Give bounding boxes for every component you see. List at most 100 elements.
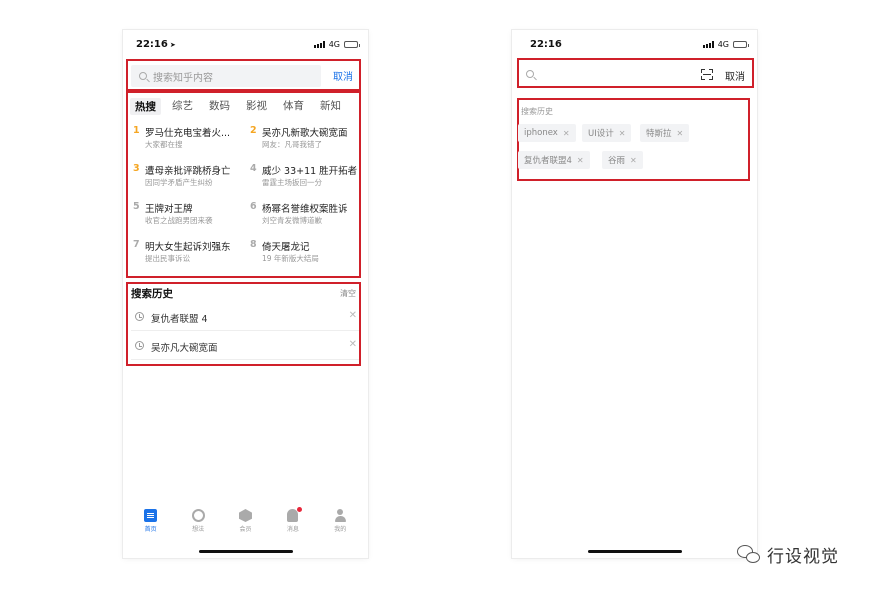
- wechat-icon: [737, 544, 761, 565]
- tab-knowledge[interactable]: 新知: [320, 98, 341, 115]
- cancel-button[interactable]: 取消: [333, 68, 353, 83]
- hot-subtitle: 刘空青发微博道歉: [262, 216, 322, 225]
- member-icon: [238, 509, 252, 522]
- hot-subtitle: 网友：凡哥我错了: [262, 140, 322, 149]
- tab-label: 我的: [334, 526, 347, 533]
- history-label: 吴亦凡大碗宽面: [151, 343, 218, 354]
- phone-screen-hot-search: 22:16 ➤ 4G 搜索知乎内容 取消 热搜 综艺 数码 影视 体育 新知 1 …: [123, 30, 368, 558]
- history-title: 搜索历史: [131, 288, 173, 300]
- idea-icon: [191, 509, 205, 522]
- phone-screen-search-history: 22:16 4G 取消 搜索历史 iphonex ✕ UI设计 ✕ 特斯拉 ✕ 复仇者…: [512, 30, 757, 558]
- close-icon[interactable]: ✕: [577, 156, 584, 165]
- clock-icon: [135, 312, 144, 321]
- tab-messages[interactable]: 消息: [275, 505, 311, 545]
- tab-digital[interactable]: 数码: [209, 98, 230, 115]
- history-row[interactable]: 吴亦凡大碗宽面 ✕: [131, 332, 359, 360]
- hot-subtitle: 19 年新版大结局: [262, 254, 319, 263]
- history-row[interactable]: 复仇者联盟 4 ✕: [131, 303, 359, 331]
- hot-rank: 5: [133, 201, 140, 212]
- history-chip[interactable]: 复仇者联盟4 ✕: [518, 151, 590, 169]
- hot-title: 杨幂名誉维权案胜诉: [262, 204, 348, 215]
- hot-title: 明大女生起诉刘强东: [145, 242, 231, 253]
- status-time-text: 22:16: [136, 39, 168, 50]
- tab-label: 消息: [286, 526, 299, 533]
- close-icon[interactable]: ✕: [349, 310, 357, 321]
- hot-subtitle: 收官之战跑男团来袭: [145, 216, 213, 225]
- hot-rank: 2: [250, 125, 257, 136]
- tab-sports[interactable]: 体育: [283, 98, 304, 115]
- hot-rank: 7: [133, 239, 140, 250]
- clear-history-button[interactable]: 清空: [340, 288, 356, 299]
- tab-film[interactable]: 影视: [246, 98, 267, 115]
- tab-idea[interactable]: 想法: [180, 505, 216, 545]
- cancel-button[interactable]: 取消: [725, 68, 745, 83]
- scan-icon[interactable]: [701, 69, 713, 80]
- hot-title: 罗马仕充电宝着火...: [145, 128, 231, 139]
- chip-label: 谷雨: [608, 156, 626, 166]
- history-chip[interactable]: 特斯拉 ✕: [640, 124, 690, 142]
- tab-member[interactable]: 会员: [227, 505, 263, 545]
- tab-label: 想法: [192, 526, 205, 533]
- status-bar: 22:16 ➤ 4G: [123, 30, 368, 58]
- category-tabs: 热搜 综艺 数码 影视 体育 新知: [130, 98, 341, 115]
- watermark-text: 行设视觉: [767, 547, 839, 567]
- bottom-tab-bar: 首页 想法 会员 消息 我的: [123, 505, 368, 545]
- signal-icon: [313, 41, 325, 48]
- search-icon: [139, 72, 147, 80]
- hot-subtitle: 雷霆主场扳回一分: [262, 178, 322, 187]
- search-input[interactable]: 搜索知乎内容: [131, 65, 321, 87]
- status-time: 22:16 ➤: [136, 39, 176, 50]
- close-icon[interactable]: ✕: [563, 129, 570, 138]
- hot-rank: 1: [133, 125, 140, 136]
- hot-subtitle: 大家都在搜: [145, 140, 183, 149]
- status-indicators: 4G: [702, 40, 749, 49]
- search-input[interactable]: [542, 64, 692, 84]
- network-label: 4G: [717, 40, 729, 49]
- status-bar: 22:16 4G: [512, 30, 757, 58]
- search-placeholder: 搜索知乎内容: [153, 72, 213, 84]
- location-arrow-icon: ➤: [169, 41, 176, 49]
- profile-icon: [334, 509, 347, 522]
- close-icon[interactable]: ✕: [677, 129, 684, 138]
- history-chip[interactable]: iphonex ✕: [518, 124, 576, 142]
- close-icon[interactable]: ✕: [349, 339, 357, 350]
- chip-label: 复仇者联盟4: [524, 156, 572, 166]
- history-chip[interactable]: UI设计 ✕: [582, 124, 632, 142]
- chip-label: UI设计: [588, 129, 614, 139]
- clock-icon: [135, 341, 144, 350]
- tab-variety[interactable]: 综艺: [172, 98, 193, 115]
- hot-title: 威少 33+11 胜开拓者: [262, 166, 358, 177]
- battery-icon: [733, 41, 749, 48]
- hot-title: 遭母亲批评跳桥身亡: [145, 166, 231, 177]
- tab-label: 会员: [239, 526, 252, 533]
- hot-subtitle: 提出民事诉讼: [145, 254, 190, 263]
- hot-rank: 4: [250, 163, 257, 174]
- home-indicator: [588, 550, 682, 553]
- tab-home[interactable]: 首页: [133, 505, 169, 545]
- hot-rank: 6: [250, 201, 257, 212]
- tab-hot[interactable]: 热搜: [130, 98, 161, 115]
- home-icon: [144, 509, 158, 522]
- status-indicators: 4G: [313, 40, 360, 49]
- hot-title: 王牌对王牌: [145, 204, 193, 215]
- hot-rank: 8: [250, 239, 257, 250]
- close-icon[interactable]: ✕: [630, 156, 637, 165]
- hot-rank: 3: [133, 163, 140, 174]
- signal-icon: [702, 41, 714, 48]
- chip-label: iphonex: [524, 128, 558, 138]
- network-label: 4G: [328, 40, 340, 49]
- history-chip[interactable]: 谷雨 ✕: [602, 151, 643, 169]
- watermark: 行设视觉: [737, 542, 839, 567]
- hot-title: 倚天屠龙记: [262, 242, 310, 253]
- notification-dot: [296, 507, 302, 512]
- hot-subtitle: 因同学矛盾产生纠纷: [145, 178, 213, 187]
- battery-icon: [344, 41, 360, 48]
- history-title: 搜索历史: [521, 107, 553, 116]
- home-indicator: [199, 550, 293, 553]
- chip-label: 特斯拉: [646, 129, 672, 139]
- tab-profile[interactable]: 我的: [322, 505, 358, 545]
- search-icon: [526, 70, 534, 78]
- close-icon[interactable]: ✕: [619, 129, 626, 138]
- tab-label: 首页: [144, 526, 157, 533]
- history-label: 复仇者联盟 4: [151, 314, 208, 325]
